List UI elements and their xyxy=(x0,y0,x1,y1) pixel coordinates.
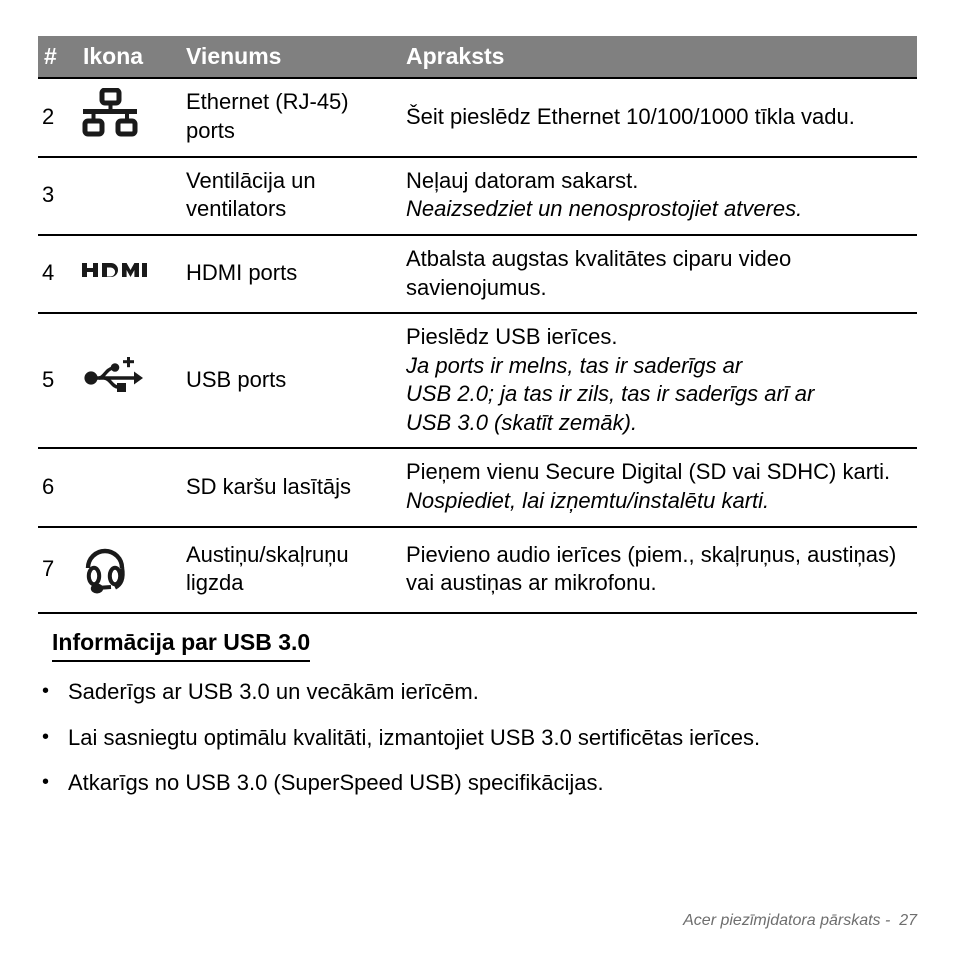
description-line-italic: Neaizsedziet un nenosprostojiet atveres. xyxy=(406,196,803,222)
table-row: 4 HDMI ports Atbalsta augstas kvalitātes… xyxy=(38,233,917,314)
bullet-icon: • xyxy=(42,680,50,702)
row-number: 7 xyxy=(38,525,72,615)
table-header-row: # Ikona Vienums Apraksts xyxy=(38,36,917,79)
column-header-description: Apraksts xyxy=(406,36,917,79)
column-header-number: # xyxy=(38,36,72,79)
ports-table: # Ikona Vienums Apraksts 2 Ethernet (RJ-… xyxy=(38,36,917,615)
column-header-icon: Ikona xyxy=(72,36,186,79)
row-item: SD karšu lasītājs xyxy=(186,447,406,527)
row-number: 6 xyxy=(38,447,72,527)
row-number: 3 xyxy=(38,155,72,235)
row-number: 4 xyxy=(38,233,72,314)
list-item: • Lai sasniegtu optimālu kvalitāti, izma… xyxy=(38,724,928,753)
hdmi-icon xyxy=(82,259,150,281)
list-item-text: Atkarīgs no USB 3.0 (SuperSpeed USB) spe… xyxy=(68,770,604,796)
section-heading: Informācija par USB 3.0 xyxy=(52,628,311,662)
page-footer: Acer piezīmjdatora pārskats - 27 xyxy=(683,912,917,929)
row-description: Pievieno audio ierīces (piem., skaļruņus… xyxy=(406,525,917,615)
row-icon-cell xyxy=(72,233,186,314)
document-page: # Ikona Vienums Apraksts 2 Ethernet (RJ-… xyxy=(0,0,954,954)
table-row: 3 Ventilācija un ventilators Neļauj dato… xyxy=(38,155,917,235)
table-row: 7 Austiņu/skaļruņu ligzda Pievieno audio… xyxy=(38,525,917,615)
list-item: • Saderīgs ar USB 3.0 un vecākām ierīcēm… xyxy=(38,678,928,707)
row-item: HDMI ports xyxy=(186,233,406,314)
row-icon-cell xyxy=(72,155,186,235)
row-description: Neļauj datoram sakarst. Neaizsedziet un … xyxy=(406,155,917,235)
row-number: 5 xyxy=(38,312,72,449)
description-line: Neļauj datoram sakarst. xyxy=(406,167,639,193)
column-header-item: Vienums xyxy=(186,36,406,79)
table-body: 2 Ethernet (RJ-45) ports Šeit pieslēdz E… xyxy=(38,77,917,615)
row-description: Pieņem vienu Secure Digital (SD vai SDHC… xyxy=(406,447,917,527)
list-item-text: Lai sasniegtu optimālu kvalitāti, izmant… xyxy=(68,724,761,750)
headset-icon xyxy=(82,537,130,595)
description-line: Pieslēdz USB ierīces. xyxy=(406,324,618,350)
row-number: 2 xyxy=(38,77,72,157)
row-item: Austiņu/skaļruņu ligzda xyxy=(186,525,406,615)
row-description: Atbalsta augstas kvalitātes ciparu video… xyxy=(406,233,917,314)
description-line: Pievieno audio ierīces (piem., skaļruņus… xyxy=(406,541,897,596)
row-icon-cell xyxy=(72,525,186,615)
description-line-italic: Nospiediet, lai izņemtu/instalētu karti. xyxy=(406,488,770,514)
description-line-italic: USB 2.0; ja tas ir zils, tas ir saderīgs… xyxy=(406,381,815,407)
bullet-icon: • xyxy=(42,725,50,748)
usb3-bullet-list: • Saderīgs ar USB 3.0 un vecākām ierīcēm… xyxy=(38,678,928,815)
row-icon-cell xyxy=(72,447,186,527)
list-item-text: Saderīgs ar USB 3.0 un vecākām ierīcēm. xyxy=(68,679,479,704)
description-line-italic: Ja ports ir melns, tas ir saderīgs ar xyxy=(406,352,743,378)
row-description: Šeit pieslēdz Ethernet 10/100/1000 tīkla… xyxy=(406,77,917,157)
ethernet-icon xyxy=(82,87,138,138)
bullet-icon: • xyxy=(42,771,50,794)
row-icon-cell xyxy=(72,77,186,157)
description-line: Pieņem vienu Secure Digital (SD vai SDHC… xyxy=(406,459,891,485)
description-line-italic: USB 3.0 (skatīt zemāk). xyxy=(406,409,638,435)
row-item: Ventilācija un ventilators xyxy=(186,155,406,235)
row-icon-cell xyxy=(72,312,186,449)
description-line: Atbalsta augstas kvalitātes ciparu video… xyxy=(406,245,792,300)
table-header: # Ikona Vienums Apraksts xyxy=(38,36,917,79)
table-row: 2 Ethernet (RJ-45) ports Šeit pieslēdz E… xyxy=(38,77,917,157)
table-row: 5 USB ports Pieslēdz USB ierīces. Ja por… xyxy=(38,312,917,449)
list-item: • Atkarīgs no USB 3.0 (SuperSpeed USB) s… xyxy=(38,769,928,798)
usb-icon xyxy=(82,355,144,397)
row-description: Pieslēdz USB ierīces. Ja ports ir melns,… xyxy=(406,312,917,449)
row-item: USB ports xyxy=(186,312,406,449)
row-item: Ethernet (RJ-45) ports xyxy=(186,77,406,157)
table-row: 6 SD karšu lasītājs Pieņem vienu Secure … xyxy=(38,447,917,527)
description-line: Šeit pieslēdz Ethernet 10/100/1000 tīkla… xyxy=(406,103,855,129)
